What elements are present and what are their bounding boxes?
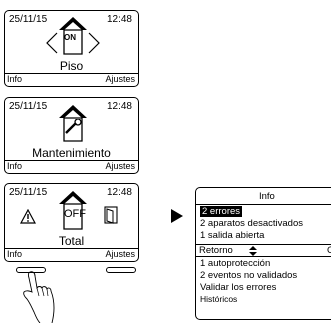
more-item-label: 2 eventos no validados <box>200 270 298 281</box>
mode-label: Total <box>58 234 85 248</box>
retorno-softkey[interactable]: Retorno <box>199 245 233 256</box>
more-item-tamper[interactable]: 1 autoprotección <box>200 258 270 269</box>
hand-pointer-icon <box>23 271 55 323</box>
right-softkey[interactable]: C <box>327 245 331 256</box>
info-softkey[interactable]: Info <box>7 161 22 171</box>
info-item-label: 2 errores <box>200 206 243 217</box>
warning-icon <box>20 209 36 224</box>
info-title-divider <box>195 204 331 205</box>
info-item-disabled-devices[interactable]: 2 aparatos desactivados <box>200 218 303 229</box>
date-label: 25/11/15 <box>9 14 48 25</box>
more-item-history[interactable]: Históricos <box>200 294 237 304</box>
mode-label: Piso <box>59 59 84 73</box>
ajustes-softkey[interactable]: Ajustes <box>105 249 135 259</box>
screen-mantenimiento: 25/11/15 12:48 Mantenimiento Info Ajuste… <box>4 97 139 174</box>
more-item-validate-errors[interactable]: Validar los errores <box>200 282 276 293</box>
right-soft-button[interactable] <box>106 267 136 273</box>
info-panel: Info 2 errores 2 aparatos desactivados 1… <box>195 187 331 323</box>
info-softkey[interactable]: Info <box>7 74 22 84</box>
info-item-label: 2 aparatos desactivados <box>200 218 303 229</box>
info-softkey-bar: Retorno C <box>195 244 331 257</box>
door-icon <box>104 206 118 224</box>
date-label: 25/11/15 <box>9 187 48 198</box>
info-item-label: 1 salida abierta <box>200 230 265 241</box>
softkey-bar: Info Ajustes <box>5 73 138 86</box>
softkey-bar: Info Ajustes <box>5 248 138 261</box>
date-label: 25/11/15 <box>9 101 48 112</box>
time-label: 12:48 <box>106 101 132 112</box>
screen-piso: 25/11/15 12:48 ON Piso Info Ajustes <box>4 10 139 87</box>
info-title: Info <box>259 191 275 202</box>
ajustes-softkey[interactable]: Ajustes <box>105 161 135 171</box>
softkey-bar: Info Ajustes <box>5 160 138 173</box>
time-label: 12:48 <box>106 14 132 25</box>
info-item-errors[interactable]: 2 errores <box>200 206 243 217</box>
ajustes-softkey[interactable]: Ajustes <box>105 74 135 84</box>
info-softkey[interactable]: Info <box>7 249 22 259</box>
mode-off-text: OFF <box>64 208 86 220</box>
mode-on-text: ON <box>64 33 76 42</box>
more-item-label: Históricos <box>200 294 238 304</box>
wrench-icon <box>65 119 82 134</box>
up-down-arrow-icon[interactable] <box>249 246 257 256</box>
info-item-open-output[interactable]: 1 salida abierta <box>200 230 264 241</box>
more-item-label: 1 autoprotección <box>200 258 271 269</box>
screen-total: 25/11/15 12:48 OFF Total Info Ajustes <box>4 183 139 262</box>
more-item-label: Validar los errores <box>200 282 277 293</box>
right-arrow-icon <box>88 32 100 54</box>
time-label: 12:48 <box>106 187 132 198</box>
more-item-unvalidated-events[interactable]: 2 eventos no validados <box>200 270 297 281</box>
mode-label: Mantenimiento <box>32 146 111 160</box>
left-arrow-icon <box>46 32 58 54</box>
arrow-right-icon <box>171 209 183 223</box>
